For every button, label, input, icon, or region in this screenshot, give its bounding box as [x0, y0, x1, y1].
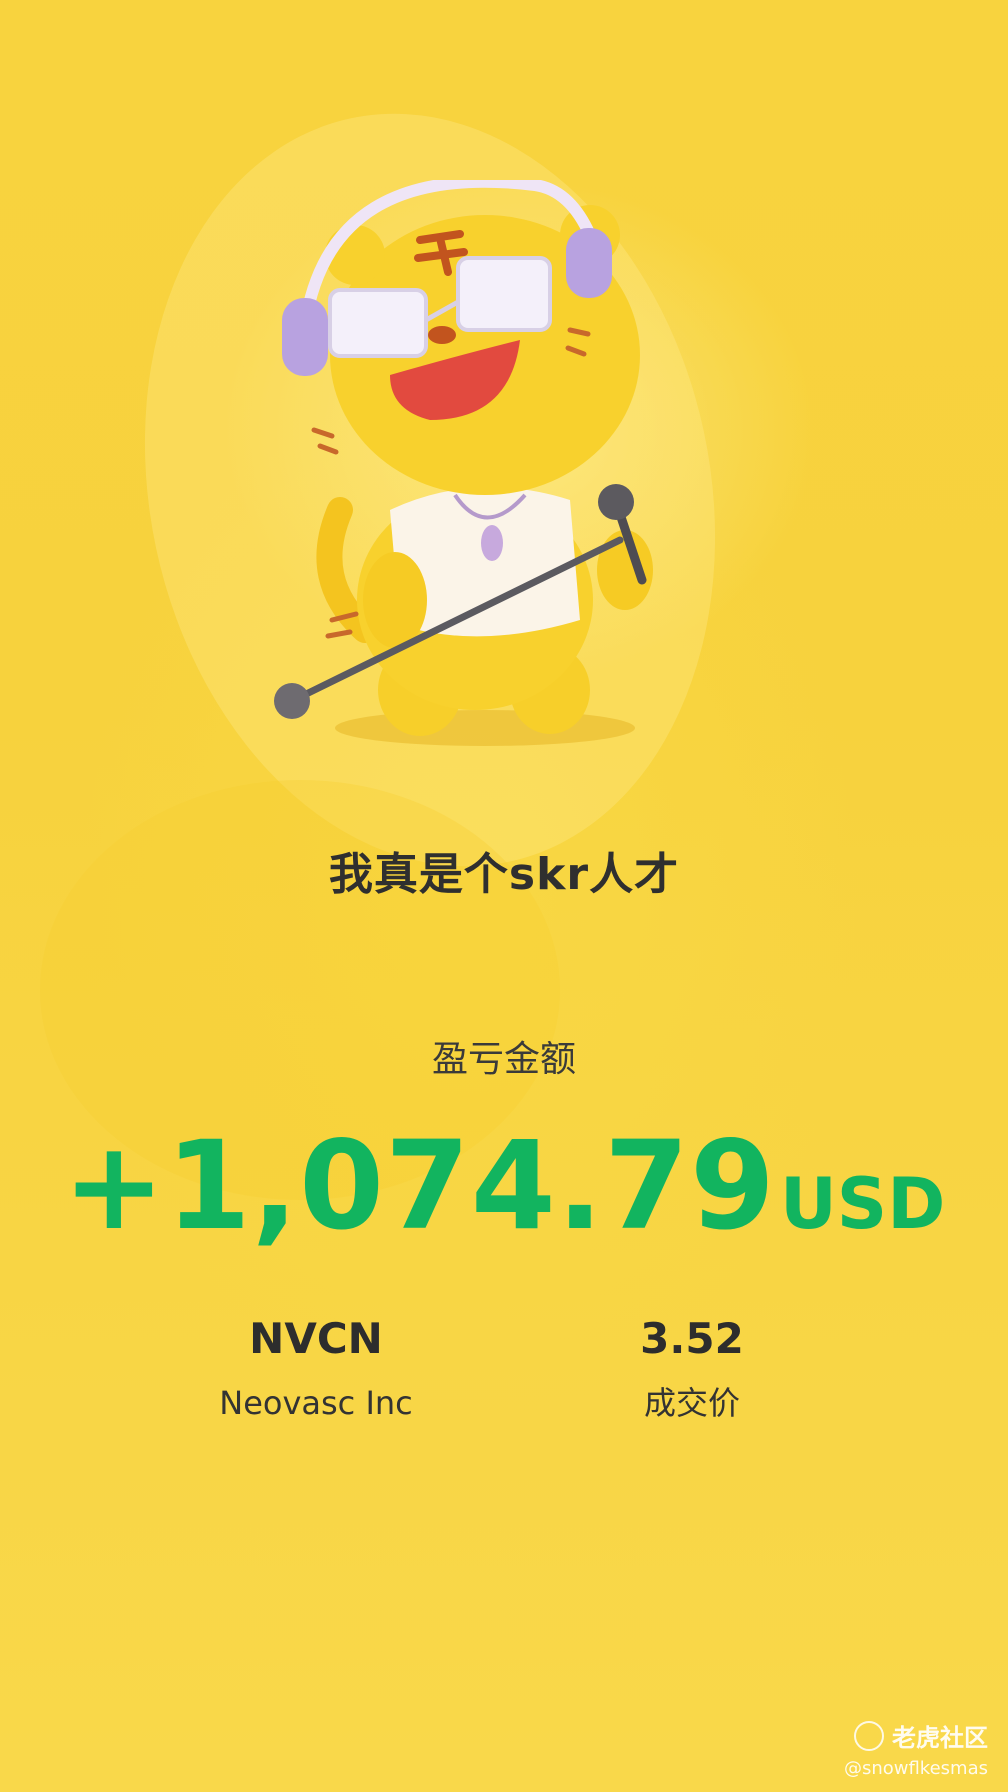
stock-symbol: NVCN: [249, 1314, 383, 1363]
watermark-user: @snowflkesmas: [843, 1758, 988, 1779]
watermark-brand: 老虎社区: [892, 1724, 988, 1752]
watermark: 老虎社区: [854, 1718, 988, 1753]
pnl-label: 盈亏金额: [431, 1039, 576, 1080]
pnl-value: +1,074.79USD: [0, 1115, 1008, 1257]
trade-price-value: 3.52: [640, 1314, 744, 1363]
trade-price-label: 成交价: [643, 1384, 740, 1422]
slogan-title: 我真是个skr人才: [328, 849, 680, 900]
pnl-amount: +1,074.79: [62, 1115, 776, 1257]
share-card-screen: 我真是个skr人才 盈亏金额 +1,074.79USD NVCN Neovasc…: [0, 0, 1008, 1792]
stock-name: Neovasc Inc: [219, 1384, 413, 1422]
trade-price-info: 3.52 成交价: [532, 1310, 852, 1428]
tiger-community-logo-icon: [854, 1720, 884, 1751]
pnl-currency: USD: [779, 1163, 946, 1245]
tiger-mascot-illustration: [270, 180, 730, 760]
stock-info: NVCN Neovasc Inc: [156, 1310, 476, 1428]
